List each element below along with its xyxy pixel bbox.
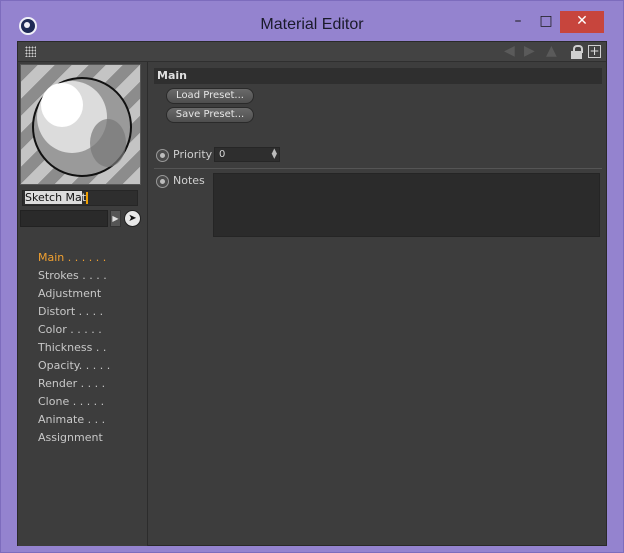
search-row: ▶ ➤ <box>20 210 144 228</box>
spinner-icon[interactable]: ▲ ▼ <box>272 148 277 160</box>
forward-icon: ▶ <box>524 43 535 59</box>
material-name-selected: Sketch Ma <box>25 191 82 204</box>
grip-icon[interactable] <box>25 46 36 57</box>
channel-list: Main . . . . . . Strokes . . . . Adjustm… <box>38 249 146 447</box>
arrow-right-icon[interactable]: ▶ <box>110 210 121 227</box>
editor-client: ◀ ▶ ▲ + Sketch Mat ▶ ➤ Main . . . . . . … <box>17 41 607 546</box>
material-editor-window: Material Editor – □ ✕ ◀ ▶ ▲ + Sketch Mat <box>0 0 624 553</box>
pick-cursor-icon[interactable]: ➤ <box>124 210 141 227</box>
notes-textarea[interactable] <box>213 173 600 237</box>
new-window-icon[interactable]: + <box>588 45 601 58</box>
window-title: Material Editor <box>260 16 364 33</box>
attributes-panel: Main Load Preset... Save Preset... Prior… <box>152 62 604 546</box>
priority-radio[interactable] <box>156 149 169 162</box>
notes-radio[interactable] <box>156 175 169 188</box>
nav-item-adjustment[interactable]: Adjustment <box>38 285 146 303</box>
divider <box>154 168 602 169</box>
material-name-field[interactable]: Sketch Mat <box>22 190 138 206</box>
text-caret <box>86 192 89 204</box>
section-header-main: Main <box>154 68 602 84</box>
nav-item-animate[interactable]: Animate . . . <box>38 411 146 429</box>
nav-item-strokes[interactable]: Strokes . . . . <box>38 267 146 285</box>
notes-label: Notes <box>173 174 205 187</box>
back-icon: ◀ <box>504 43 515 59</box>
left-panel: Sketch Mat ▶ ➤ Main . . . . . . Strokes … <box>18 62 148 546</box>
nav-item-thickness[interactable]: Thickness . . <box>38 339 146 357</box>
up-icon: ▲ <box>546 43 557 59</box>
toolbar: ◀ ▶ ▲ + <box>18 42 606 62</box>
nav-item-render[interactable]: Render . . . . <box>38 375 146 393</box>
lock-icon[interactable] <box>571 45 583 59</box>
nav-item-opacity[interactable]: Opacity. . . . . <box>38 357 146 375</box>
nav-item-distort[interactable]: Distort . . . . <box>38 303 146 321</box>
material-preview[interactable] <box>20 64 141 185</box>
title-bar[interactable]: Material Editor – □ ✕ <box>1 1 623 41</box>
load-preset-button[interactable]: Load Preset... <box>166 88 254 104</box>
close-button[interactable]: ✕ <box>560 11 604 33</box>
preview-sphere <box>32 77 132 177</box>
nav-item-assignment[interactable]: Assignment <box>38 429 146 447</box>
nav-item-clone[interactable]: Clone . . . . . <box>38 393 146 411</box>
search-input[interactable] <box>20 210 108 227</box>
nav-item-color[interactable]: Color . . . . . <box>38 321 146 339</box>
minimize-button[interactable]: – <box>508 11 528 33</box>
save-preset-button[interactable]: Save Preset... <box>166 107 254 123</box>
priority-label: Priority <box>173 148 213 161</box>
nav-item-main[interactable]: Main . . . . . . <box>38 249 146 267</box>
priority-field[interactable]: 0 ▲ ▼ <box>214 147 280 162</box>
maximize-button[interactable]: □ <box>536 11 556 33</box>
priority-value: 0 <box>219 149 226 160</box>
